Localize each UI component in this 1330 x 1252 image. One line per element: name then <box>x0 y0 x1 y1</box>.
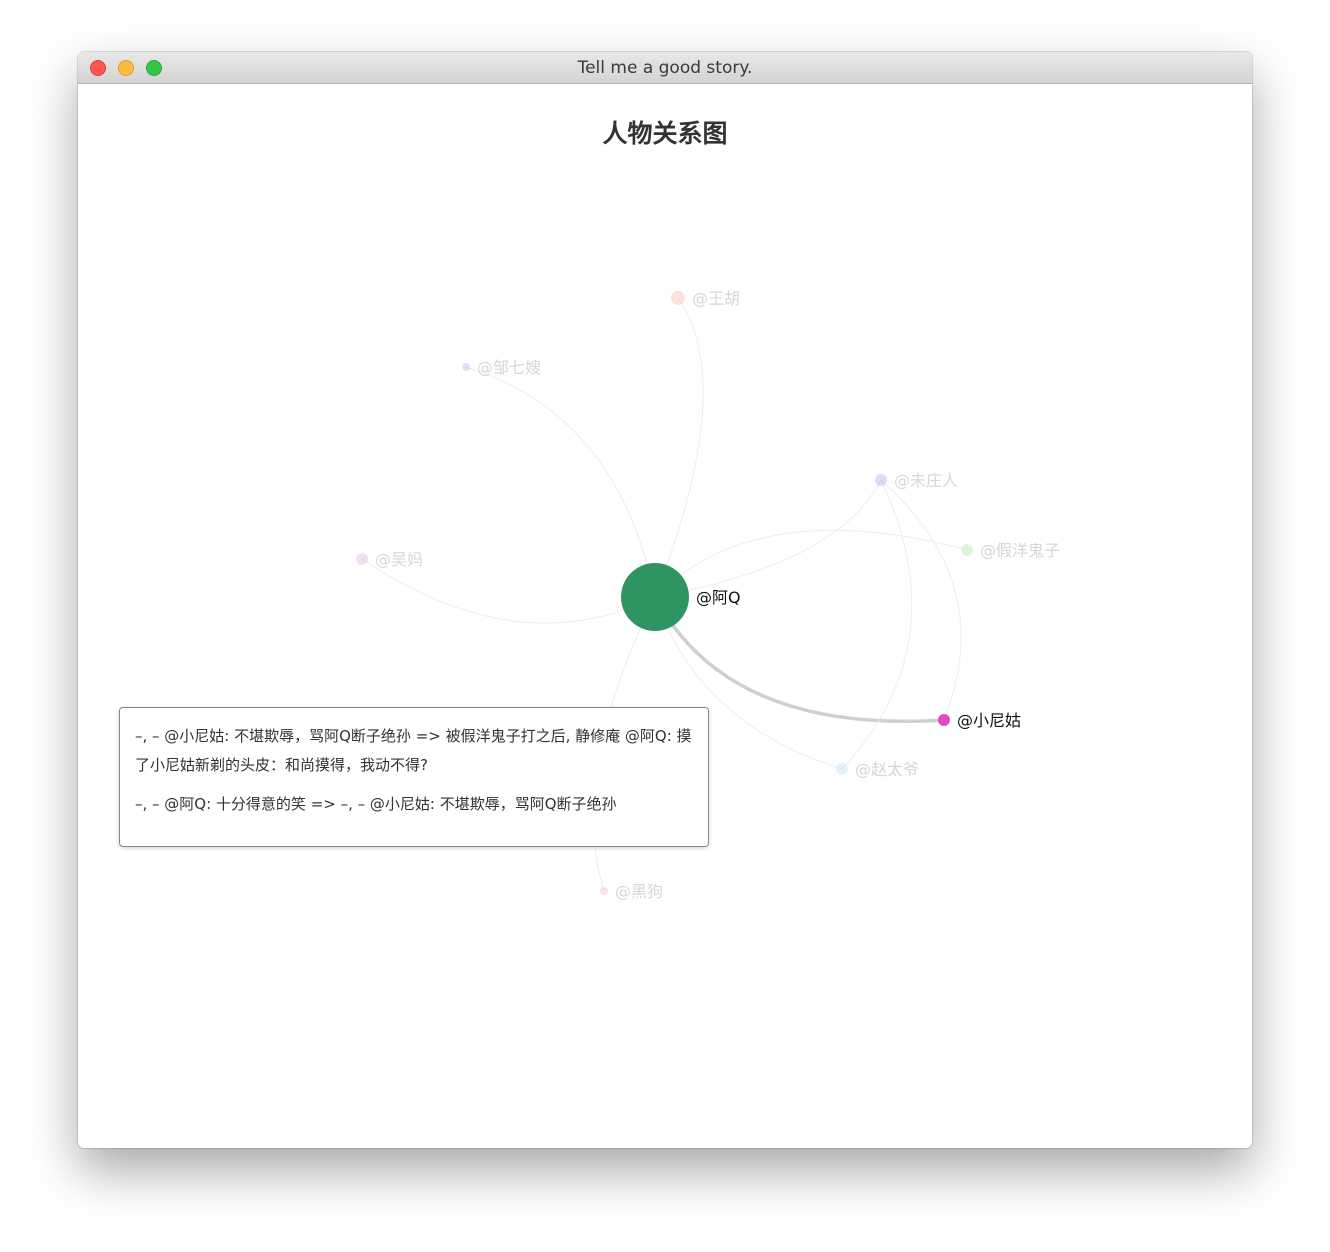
graph-node-label: @阿Q <box>696 588 741 607</box>
graph-node-label: @赵太爷 <box>855 760 919 779</box>
graph-node-label: @未庄人 <box>894 471 958 490</box>
graph-node-xng[interactable] <box>938 714 950 726</box>
title-bar[interactable]: Tell me a good story. <box>78 52 1252 84</box>
graph-node-label: @小尼姑 <box>957 711 1021 730</box>
graph-node-label: @邹七嫂 <box>477 358 541 377</box>
graph-node-label: @王胡 <box>692 289 740 308</box>
tooltip-line: –, – @阿Q: 十分得意的笑 => –, – @小尼姑: 不堪欺辱，骂阿Q断… <box>135 795 617 813</box>
relationship-tooltip: –, – @小尼姑: 不堪欺辱，骂阿Q断子绝孙 => 被假洋鬼子打之后, 静修庵… <box>119 707 709 847</box>
graph-node-aq[interactable] <box>621 563 689 631</box>
main-content: @阿Q @小尼姑 @王胡 @邹七嫂 @未庄人 @假洋鬼子 @吴妈 @赵太爷 @黑狗 人物关系图 … <box>78 84 1252 1148</box>
graph-link-aq-wcr <box>654 479 882 598</box>
graph-node-zqs[interactable] <box>462 363 470 371</box>
graph-link-wcr-xng <box>880 479 962 721</box>
graph-node-jygz[interactable] <box>961 544 973 556</box>
graph-node-label: @吴妈 <box>375 550 423 569</box>
window-title: Tell me a good story. <box>577 58 753 78</box>
graph-node-label: @假洋鬼子 <box>980 541 1060 560</box>
graph-link-wcr-zty <box>841 479 913 770</box>
graph-link-aq-xng <box>653 596 945 724</box>
graph-node-hg[interactable] <box>600 887 608 895</box>
graph-node-wcr[interactable] <box>875 474 887 486</box>
graph-link-aq-zqs <box>465 366 656 598</box>
graph-link-aq-wh <box>654 297 704 598</box>
relationship-graph[interactable]: @阿Q @小尼姑 @王胡 @邹七嫂 @未庄人 @假洋鬼子 @吴妈 @赵太爷 @黑狗 <box>78 84 1252 1148</box>
chart-title: 人物关系图 <box>602 119 728 148</box>
app-window: Tell me a good story. @阿Q @小尼姑 @王胡 @邹七嫂 @未庄人… <box>78 52 1252 1148</box>
tooltip-line: –, – @小尼姑: 不堪欺辱，骂阿Q断子绝孙 => 被假洋鬼子打之后, 静修庵… <box>135 727 692 774</box>
graph-node-wm[interactable] <box>356 553 368 565</box>
graph-node-zty[interactable] <box>836 763 848 775</box>
graph-node-wh[interactable] <box>671 291 685 305</box>
graph-node-label: @黑狗 <box>615 882 663 901</box>
